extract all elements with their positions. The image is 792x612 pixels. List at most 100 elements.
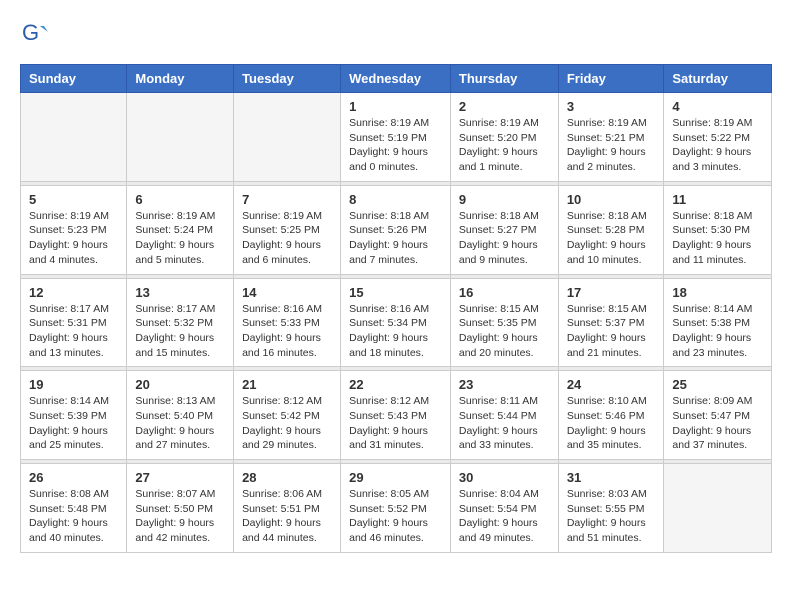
day-info: Sunrise: 8:16 AM Sunset: 5:33 PM Dayligh…	[242, 302, 332, 361]
day-number: 29	[349, 470, 442, 485]
day-info: Sunrise: 8:19 AM Sunset: 5:23 PM Dayligh…	[29, 209, 118, 268]
day-number: 27	[135, 470, 225, 485]
day-number: 23	[459, 377, 550, 392]
svg-text:G: G	[22, 20, 39, 45]
calendar-cell: 29 Sunrise: 8:05 AM Sunset: 5:52 PM Dayli…	[341, 464, 451, 553]
day-number: 26	[29, 470, 118, 485]
day-info: Sunrise: 8:07 AM Sunset: 5:50 PM Dayligh…	[135, 487, 225, 546]
day-number: 18	[672, 285, 763, 300]
day-info: Sunrise: 8:11 AM Sunset: 5:44 PM Dayligh…	[459, 394, 550, 453]
calendar-cell	[127, 93, 234, 182]
calendar-cell: 13 Sunrise: 8:17 AM Sunset: 5:32 PM Dayli…	[127, 278, 234, 367]
weekday-header-monday: Monday	[127, 65, 234, 93]
day-number: 1	[349, 99, 442, 114]
day-number: 14	[242, 285, 332, 300]
calendar-cell	[664, 464, 772, 553]
day-info: Sunrise: 8:04 AM Sunset: 5:54 PM Dayligh…	[459, 487, 550, 546]
logo: G	[20, 20, 52, 48]
day-info: Sunrise: 8:19 AM Sunset: 5:20 PM Dayligh…	[459, 116, 550, 175]
calendar-cell: 3 Sunrise: 8:19 AM Sunset: 5:21 PM Daylig…	[558, 93, 664, 182]
day-number: 15	[349, 285, 442, 300]
weekday-header-thursday: Thursday	[450, 65, 558, 93]
day-info: Sunrise: 8:14 AM Sunset: 5:39 PM Dayligh…	[29, 394, 118, 453]
weekday-header-sunday: Sunday	[21, 65, 127, 93]
day-info: Sunrise: 8:06 AM Sunset: 5:51 PM Dayligh…	[242, 487, 332, 546]
logo-icon: G	[20, 20, 48, 48]
calendar-cell: 19Sunrise: 8:14 AM Sunset: 5:39 PM Dayli…	[21, 371, 127, 460]
day-number: 3	[567, 99, 656, 114]
day-number: 17	[567, 285, 656, 300]
day-info: Sunrise: 8:15 AM Sunset: 5:35 PM Dayligh…	[459, 302, 550, 361]
calendar-cell: 25 Sunrise: 8:09 AM Sunset: 5:47 PM Dayli…	[664, 371, 772, 460]
day-number: 6	[135, 192, 225, 207]
day-info: Sunrise: 8:19 AM Sunset: 5:25 PM Dayligh…	[242, 209, 332, 268]
weekday-header-row: SundayMondayTuesdayWednesdayThursdayFrid…	[21, 65, 772, 93]
calendar-cell: 22 Sunrise: 8:12 AM Sunset: 5:43 PM Dayli…	[341, 371, 451, 460]
calendar-cell: 7Sunrise: 8:19 AM Sunset: 5:25 PM Daylig…	[234, 185, 341, 274]
calendar-cell: 16 Sunrise: 8:15 AM Sunset: 5:35 PM Dayli…	[450, 278, 558, 367]
weekday-header-wednesday: Wednesday	[341, 65, 451, 93]
day-number: 25	[672, 377, 763, 392]
calendar-cell	[21, 93, 127, 182]
calendar-cell: 6 Sunrise: 8:19 AM Sunset: 5:24 PM Daylig…	[127, 185, 234, 274]
calendar-cell: 8 Sunrise: 8:18 AM Sunset: 5:26 PM Daylig…	[341, 185, 451, 274]
day-number: 11	[672, 192, 763, 207]
calendar-cell: 18 Sunrise: 8:14 AM Sunset: 5:38 PM Dayli…	[664, 278, 772, 367]
day-number: 9	[459, 192, 550, 207]
calendar-week-row: 5 Sunrise: 8:19 AM Sunset: 5:23 PM Daylig…	[21, 185, 772, 274]
day-info: Sunrise: 8:16 AM Sunset: 5:34 PM Dayligh…	[349, 302, 442, 361]
day-info: Sunrise: 8:14 AM Sunset: 5:38 PM Dayligh…	[672, 302, 763, 361]
calendar-cell: 20 Sunrise: 8:13 AM Sunset: 5:40 PM Dayli…	[127, 371, 234, 460]
day-number: 10	[567, 192, 656, 207]
day-info: Sunrise: 8:12 AM Sunset: 5:43 PM Dayligh…	[349, 394, 442, 453]
calendar-cell: 11 Sunrise: 8:18 AM Sunset: 5:30 PM Dayli…	[664, 185, 772, 274]
day-number: 4	[672, 99, 763, 114]
calendar-cell: 12Sunrise: 8:17 AM Sunset: 5:31 PM Dayli…	[21, 278, 127, 367]
calendar-cell: 30 Sunrise: 8:04 AM Sunset: 5:54 PM Dayli…	[450, 464, 558, 553]
calendar-cell: 23 Sunrise: 8:11 AM Sunset: 5:44 PM Dayli…	[450, 371, 558, 460]
day-info: Sunrise: 8:18 AM Sunset: 5:30 PM Dayligh…	[672, 209, 763, 268]
day-info: Sunrise: 8:05 AM Sunset: 5:52 PM Dayligh…	[349, 487, 442, 546]
page-header: G	[20, 20, 772, 48]
calendar-week-row: 1 Sunrise: 8:19 AM Sunset: 5:19 PM Daylig…	[21, 93, 772, 182]
day-info: Sunrise: 8:03 AM Sunset: 5:55 PM Dayligh…	[567, 487, 656, 546]
calendar-cell: 17Sunrise: 8:15 AM Sunset: 5:37 PM Dayli…	[558, 278, 664, 367]
day-number: 2	[459, 99, 550, 114]
day-info: Sunrise: 8:19 AM Sunset: 5:22 PM Dayligh…	[672, 116, 763, 175]
day-info: Sunrise: 8:18 AM Sunset: 5:26 PM Dayligh…	[349, 209, 442, 268]
day-number: 13	[135, 285, 225, 300]
calendar-cell: 26 Sunrise: 8:08 AM Sunset: 5:48 PM Dayli…	[21, 464, 127, 553]
calendar-week-row: 12Sunrise: 8:17 AM Sunset: 5:31 PM Dayli…	[21, 278, 772, 367]
day-info: Sunrise: 8:19 AM Sunset: 5:21 PM Dayligh…	[567, 116, 656, 175]
day-info: Sunrise: 8:18 AM Sunset: 5:27 PM Dayligh…	[459, 209, 550, 268]
weekday-header-saturday: Saturday	[664, 65, 772, 93]
day-info: Sunrise: 8:08 AM Sunset: 5:48 PM Dayligh…	[29, 487, 118, 546]
day-info: Sunrise: 8:13 AM Sunset: 5:40 PM Dayligh…	[135, 394, 225, 453]
calendar-cell: 4 Sunrise: 8:19 AM Sunset: 5:22 PM Daylig…	[664, 93, 772, 182]
calendar-cell: 27 Sunrise: 8:07 AM Sunset: 5:50 PM Dayli…	[127, 464, 234, 553]
day-number: 31	[567, 470, 656, 485]
day-info: Sunrise: 8:19 AM Sunset: 5:24 PM Dayligh…	[135, 209, 225, 268]
calendar-cell: 28Sunrise: 8:06 AM Sunset: 5:51 PM Dayli…	[234, 464, 341, 553]
calendar-cell: 1 Sunrise: 8:19 AM Sunset: 5:19 PM Daylig…	[341, 93, 451, 182]
weekday-header-tuesday: Tuesday	[234, 65, 341, 93]
day-info: Sunrise: 8:09 AM Sunset: 5:47 PM Dayligh…	[672, 394, 763, 453]
day-number: 8	[349, 192, 442, 207]
calendar-cell: 10 Sunrise: 8:18 AM Sunset: 5:28 PM Dayli…	[558, 185, 664, 274]
calendar-cell: 14 Sunrise: 8:16 AM Sunset: 5:33 PM Dayli…	[234, 278, 341, 367]
day-number: 16	[459, 285, 550, 300]
day-number: 12	[29, 285, 118, 300]
day-number: 30	[459, 470, 550, 485]
calendar-week-row: 26 Sunrise: 8:08 AM Sunset: 5:48 PM Dayli…	[21, 464, 772, 553]
day-info: Sunrise: 8:19 AM Sunset: 5:19 PM Dayligh…	[349, 116, 442, 175]
calendar-cell: 21Sunrise: 8:12 AM Sunset: 5:42 PM Dayli…	[234, 371, 341, 460]
calendar-week-row: 19Sunrise: 8:14 AM Sunset: 5:39 PM Dayli…	[21, 371, 772, 460]
day-number: 20	[135, 377, 225, 392]
day-number: 22	[349, 377, 442, 392]
day-number: 5	[29, 192, 118, 207]
calendar-cell: 9 Sunrise: 8:18 AM Sunset: 5:27 PM Daylig…	[450, 185, 558, 274]
calendar-cell: 31 Sunrise: 8:03 AM Sunset: 5:55 PM Dayli…	[558, 464, 664, 553]
day-info: Sunrise: 8:12 AM Sunset: 5:42 PM Dayligh…	[242, 394, 332, 453]
day-info: Sunrise: 8:18 AM Sunset: 5:28 PM Dayligh…	[567, 209, 656, 268]
day-info: Sunrise: 8:17 AM Sunset: 5:32 PM Dayligh…	[135, 302, 225, 361]
